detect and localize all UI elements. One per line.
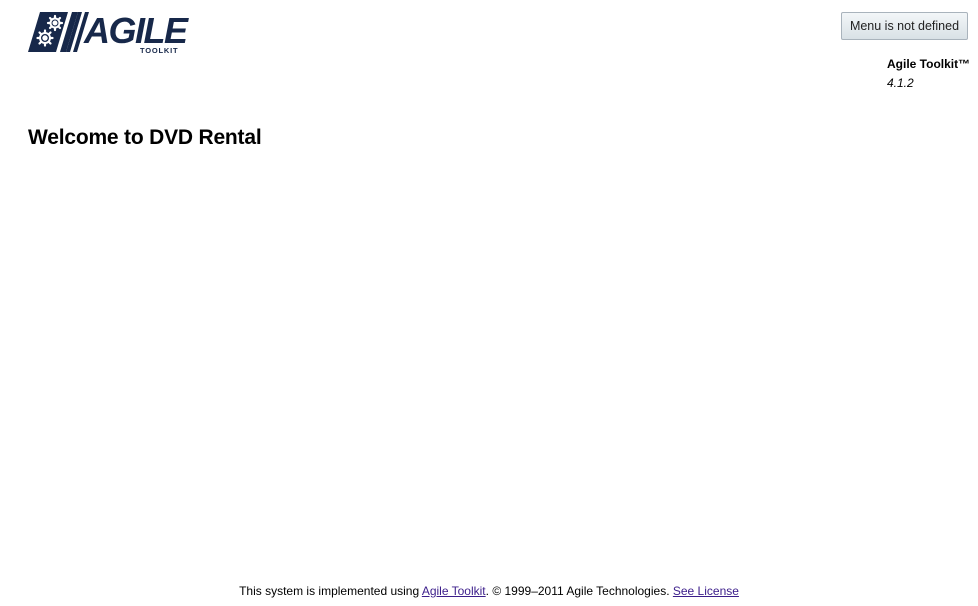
toolkit-version: 4.1.2 <box>887 76 914 90</box>
agile-toolkit-link[interactable]: Agile Toolkit <box>422 584 486 598</box>
agile-toolkit-logo[interactable]: AGILE TOOLKIT <box>28 10 193 56</box>
toolkit-name: Agile Toolkit™ <box>887 57 971 71</box>
footer: This system is implemented using Agile T… <box>0 584 978 598</box>
version-info: Agile Toolkit™ 4.1.2 <box>887 55 970 93</box>
logo-text: AGILE <box>83 10 189 51</box>
menu-button[interactable]: Menu is not defined <box>841 12 968 40</box>
page-title: Welcome to DVD Rental <box>28 126 262 149</box>
see-license-link[interactable]: See License <box>673 584 739 598</box>
logo-subtext: TOOLKIT <box>140 46 178 55</box>
footer-copyright: . © 1999–2011 Agile Technologies. <box>485 584 673 598</box>
footer-prefix: This system is implemented using <box>239 584 422 598</box>
